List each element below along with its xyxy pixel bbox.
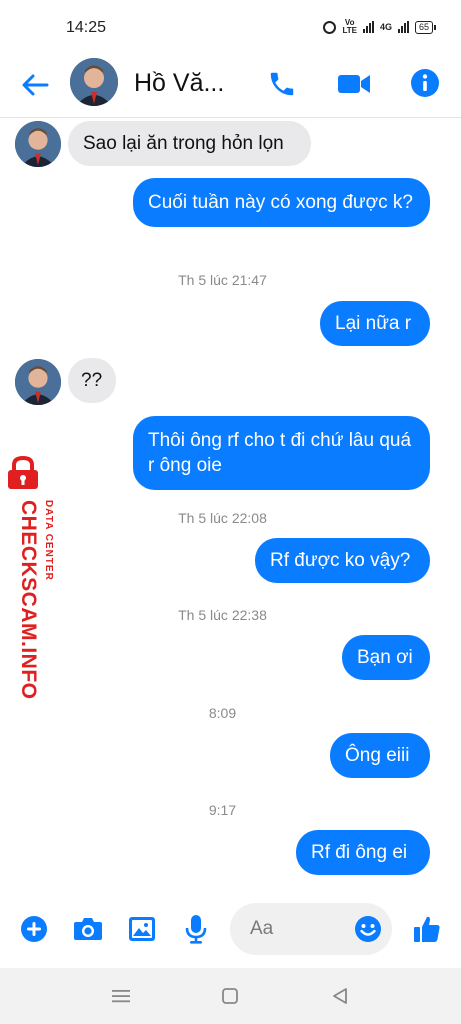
info-button[interactable]: [406, 64, 444, 102]
message-timestamp: Th 5 lúc 21:47: [178, 272, 267, 288]
network-type-label: 4G: [379, 22, 392, 32]
message-input[interactable]: Aa: [230, 903, 392, 955]
message-bubble-outgoing[interactable]: Cuối tuần này có xong được k?: [133, 178, 430, 227]
status-icons: Vo LTE 4G 65: [323, 18, 437, 35]
message-composer: Aa: [0, 890, 461, 968]
message-bubble-outgoing[interactable]: Rf đi ông ei: [296, 830, 430, 875]
contact-avatar[interactable]: [70, 58, 118, 106]
message-bubble-outgoing[interactable]: Lại nữa r: [320, 301, 430, 346]
watermark-title: CHECKSCAM.INFO: [17, 500, 40, 700]
message-bubble-incoming[interactable]: Sao lại ăn trong hỏn lọn: [68, 121, 311, 166]
info-icon: [411, 69, 439, 97]
message-timestamp: 8:09: [208, 705, 237, 721]
battery-icon: 65: [414, 20, 437, 34]
plus-circle-icon: [21, 916, 47, 942]
message-bubble-outgoing[interactable]: Ông eiii: [330, 733, 430, 778]
watermark-text: DATA CENTER CHECKSCAM.INFO: [16, 500, 54, 700]
video-camera-icon: [338, 75, 370, 93]
watermark: DATA CENTER CHECKSCAM.INFO: [0, 452, 54, 700]
emoji-icon[interactable]: [354, 915, 382, 943]
camera-icon: [74, 918, 102, 940]
message-timestamp: Th 5 lúc 22:38: [178, 607, 267, 623]
message-bubble-outgoing[interactable]: Thôi ông rf cho t đi chứ lâu quá r ông o…: [133, 416, 430, 490]
gallery-button[interactable]: [125, 912, 159, 946]
voice-button[interactable]: [179, 912, 213, 946]
menu-icon: [112, 990, 130, 1003]
back-triangle-icon: [333, 988, 347, 1004]
lock-icon: [8, 456, 38, 489]
more-actions-button[interactable]: [17, 912, 51, 946]
home-square-icon: [222, 988, 238, 1004]
chat-header: Hồ Vă...: [0, 52, 461, 118]
home-button[interactable]: [218, 984, 242, 1008]
phone-icon: [270, 72, 294, 96]
signal-icon: [362, 21, 374, 33]
system-nav-bar: [0, 968, 461, 1024]
sender-avatar[interactable]: [15, 359, 61, 405]
alarm-icon: [323, 20, 337, 34]
image-icon: [129, 917, 155, 941]
contact-name[interactable]: Hồ Vă...: [134, 69, 224, 98]
like-button[interactable]: [410, 912, 444, 946]
camera-button[interactable]: [71, 912, 105, 946]
message-input-placeholder: Aa: [250, 918, 274, 939]
message-bubble-incoming[interactable]: ??: [68, 358, 116, 403]
status-bar: 14:25 Vo LTE 4G 65: [0, 0, 461, 52]
volte-icon: Vo LTE: [342, 18, 357, 35]
watermark-subtitle: DATA CENTER: [43, 500, 54, 581]
recents-button[interactable]: [109, 984, 133, 1008]
message-bubble-outgoing[interactable]: Bạn ơi: [342, 635, 430, 680]
signal-icon-2: [397, 21, 409, 33]
back-nav-button[interactable]: [328, 984, 352, 1008]
arrow-left-icon: [22, 74, 49, 96]
microphone-icon: [185, 915, 207, 944]
video-call-button[interactable]: [334, 66, 374, 102]
back-button[interactable]: [18, 68, 52, 102]
call-button[interactable]: [264, 66, 300, 102]
status-time: 14:25: [66, 19, 107, 36]
message-bubble-outgoing[interactable]: Rf được ko vậy?: [255, 538, 430, 583]
message-timestamp: Th 5 lúc 22:08: [178, 510, 267, 526]
thumbs-up-icon: [414, 916, 440, 942]
message-timestamp: 9:17: [208, 802, 237, 818]
sender-avatar[interactable]: [15, 121, 61, 167]
